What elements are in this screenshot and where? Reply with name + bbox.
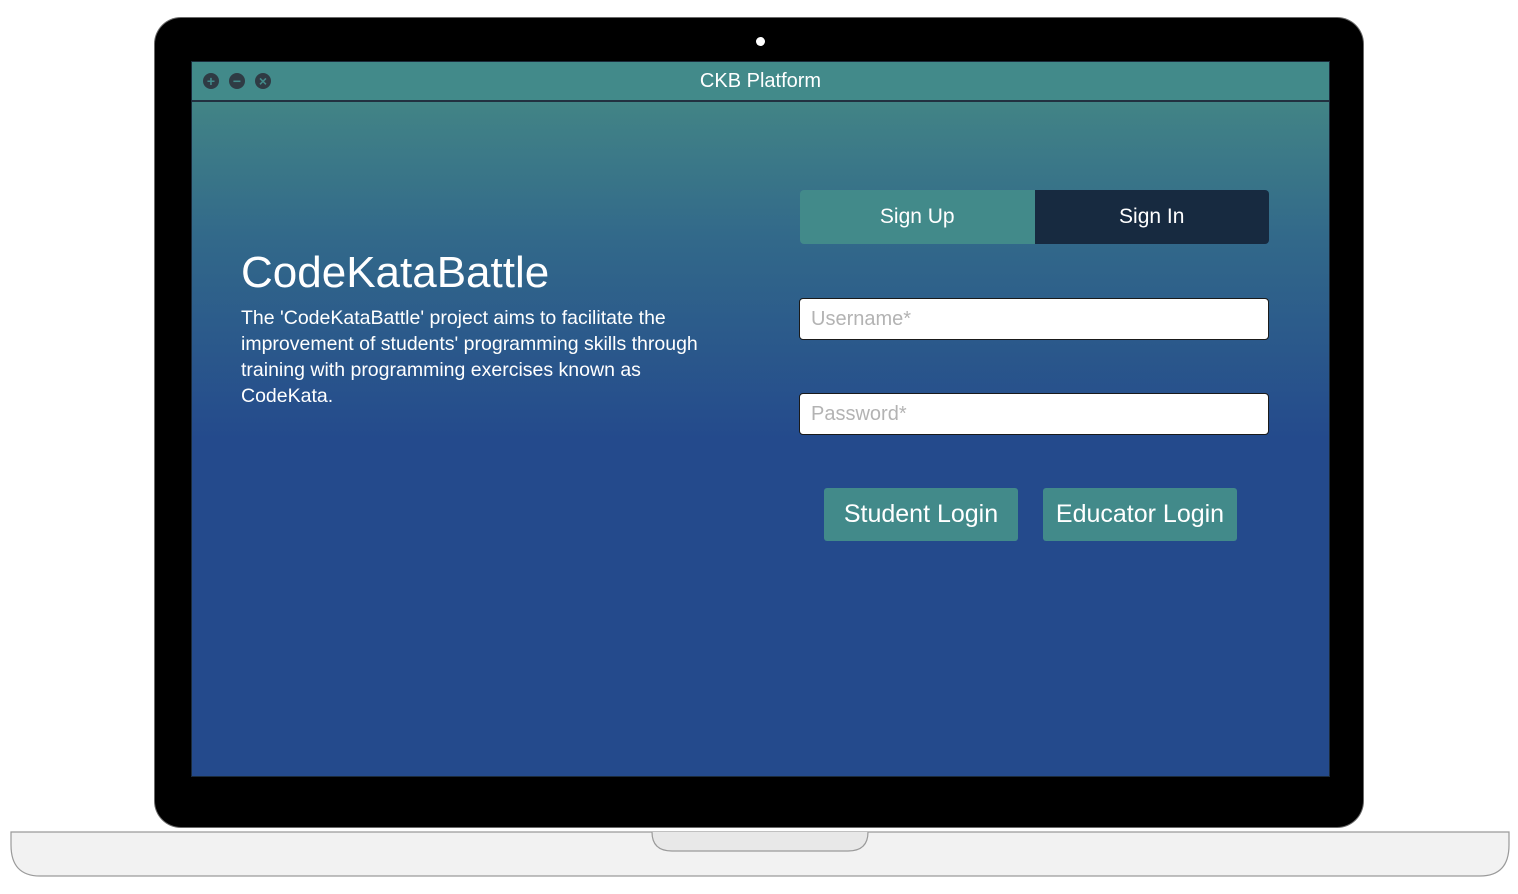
main-content: CodeKataBattle The 'CodeKataBattle' proj… [192, 102, 1329, 776]
username-input[interactable] [799, 298, 1269, 340]
educator-login-button[interactable]: Educator Login [1043, 488, 1237, 541]
laptop-base [10, 831, 1510, 877]
app-window: + − × CKB Platform CodeKataBattle The 'C… [191, 61, 1330, 777]
student-login-button[interactable]: Student Login [824, 488, 1018, 541]
window-titlebar: + − × CKB Platform [192, 62, 1329, 102]
camera-icon [756, 37, 765, 46]
auth-tabs: Sign Up Sign In [800, 190, 1269, 244]
app-description: The 'CodeKataBattle' project aims to fac… [241, 307, 698, 407]
window-title: CKB Platform [699, 70, 822, 92]
tab-sign-up[interactable]: Sign Up [800, 190, 1035, 244]
tab-sign-in[interactable]: Sign In [1034, 190, 1269, 244]
app-title: CodeKataBattle [241, 248, 550, 297]
password-input[interactable] [799, 393, 1269, 435]
